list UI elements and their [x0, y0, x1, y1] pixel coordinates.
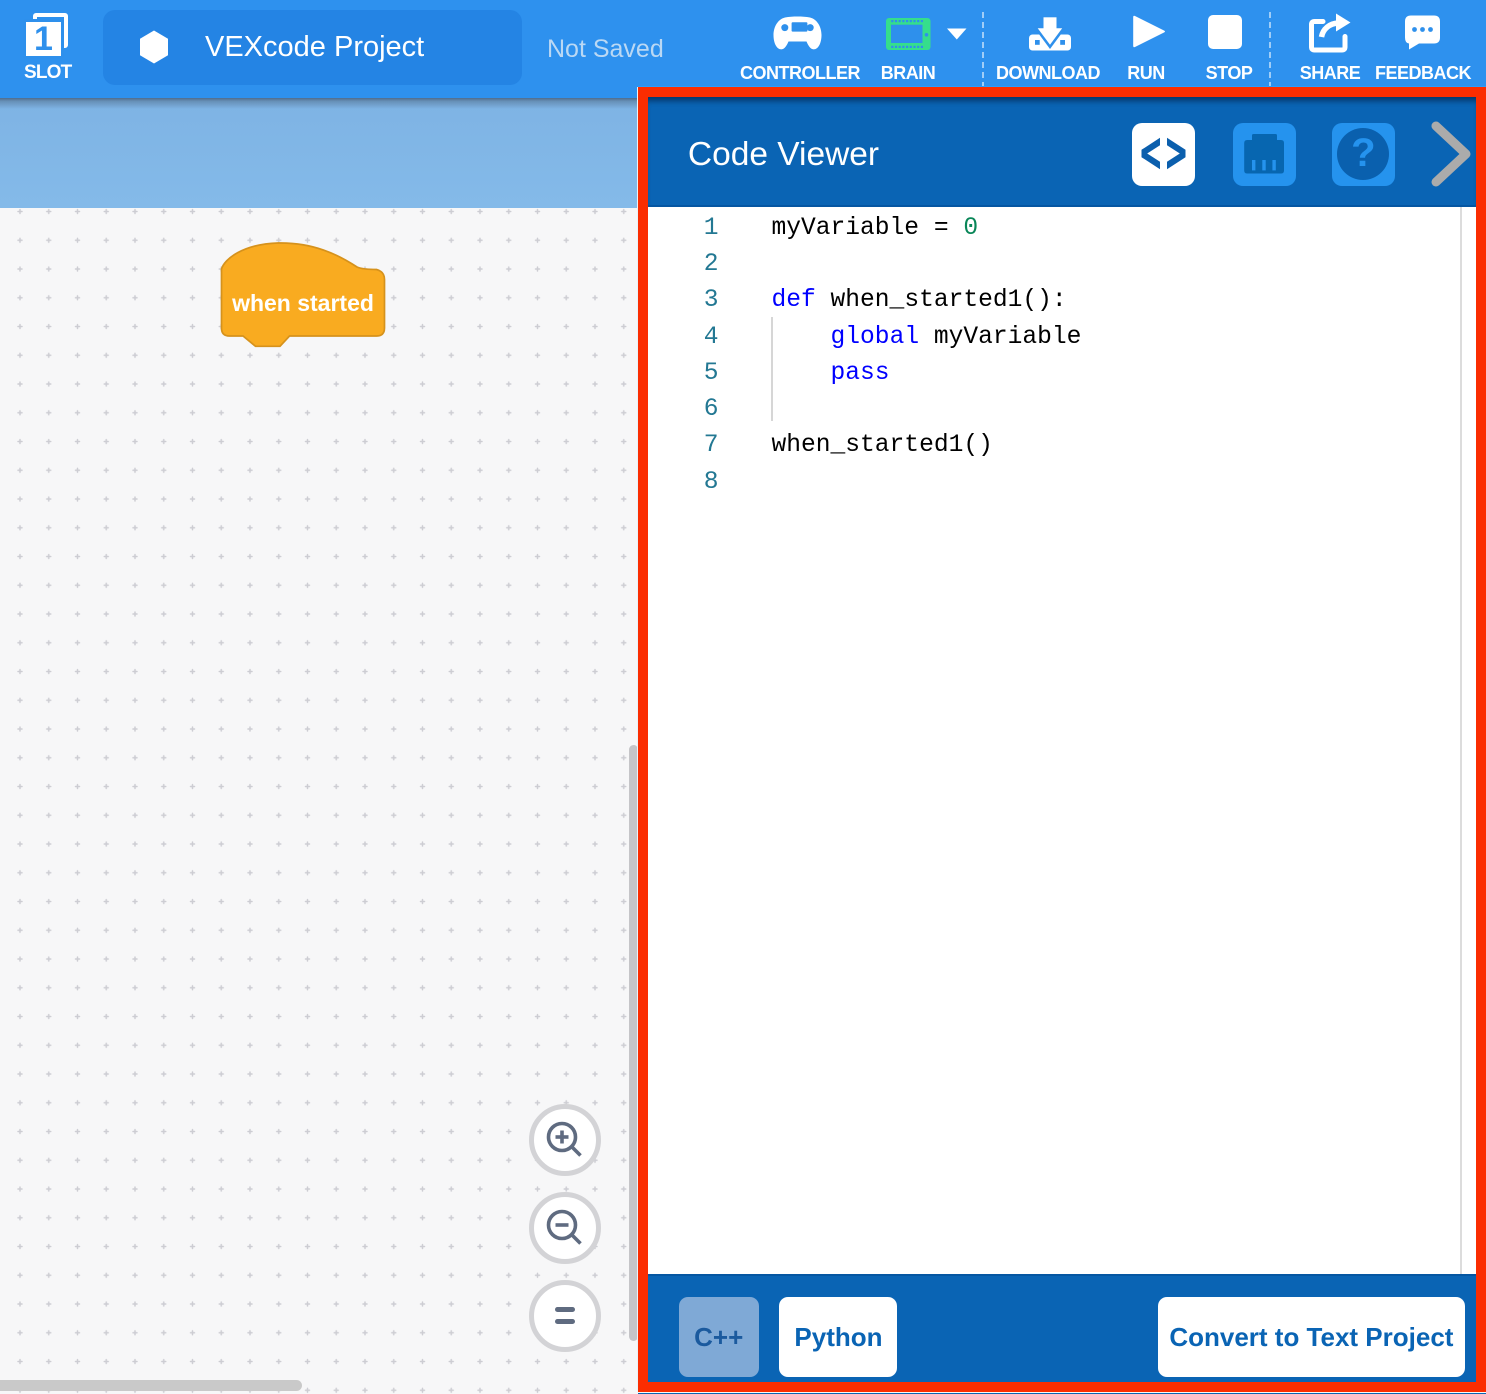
svg-text:when started: when started: [231, 290, 374, 316]
